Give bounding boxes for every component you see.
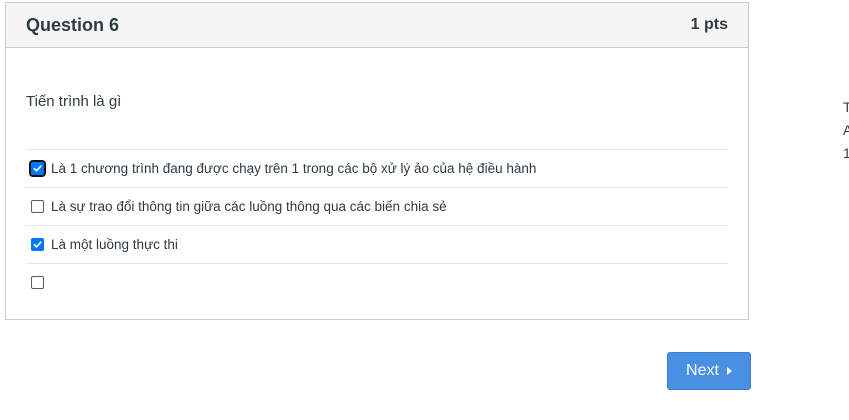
answer-checkbox-3[interactable] <box>31 238 44 251</box>
quiz-page: Question 6 1 pts Tiến trình là gì Là 1 c… <box>0 0 849 420</box>
answer-checkbox-1[interactable] <box>29 160 46 177</box>
answer-label-3: Là một luồng thực thi <box>51 237 178 252</box>
answer-option-4[interactable] <box>26 264 728 301</box>
next-button[interactable]: Next <box>667 352 751 390</box>
checkmark-icon <box>33 165 42 172</box>
answer-checkbox-2[interactable] <box>31 200 44 213</box>
question-text: Tiến trình là gì <box>26 93 122 110</box>
answer-option-3[interactable]: Là một luồng thực thi <box>26 226 728 264</box>
caret-right-icon <box>726 367 732 375</box>
side-panel-line: A <box>843 122 849 138</box>
answer-checkbox-4[interactable] <box>31 276 44 289</box>
side-panel-text: T A 1 <box>843 96 849 165</box>
answer-option-2[interactable]: Là sự trao đổi thông tin giữa các luồng … <box>26 188 728 226</box>
side-panel-line: 1 <box>843 145 849 161</box>
answer-label-1: Là 1 chương trình đang được chạy trên 1 … <box>51 161 537 176</box>
next-button-label: Next <box>686 362 719 379</box>
question-points: 1 pts <box>690 16 728 33</box>
answer-list: Là 1 chương trình đang được chạy trên 1 … <box>26 149 728 301</box>
answer-option-1[interactable]: Là 1 chương trình đang được chạy trên 1 … <box>26 150 728 188</box>
question-body: Tiến trình là gì Là 1 chương trình đang … <box>6 93 748 301</box>
question-card: Question 6 1 pts Tiến trình là gì Là 1 c… <box>5 2 749 320</box>
checkmark-icon <box>33 241 42 248</box>
question-header: Question 6 1 pts <box>6 3 748 48</box>
answer-label-2: Là sự trao đổi thông tin giữa các luồng … <box>51 199 447 214</box>
side-panel-line: T <box>843 99 849 115</box>
question-title: Question 6 <box>26 14 120 35</box>
